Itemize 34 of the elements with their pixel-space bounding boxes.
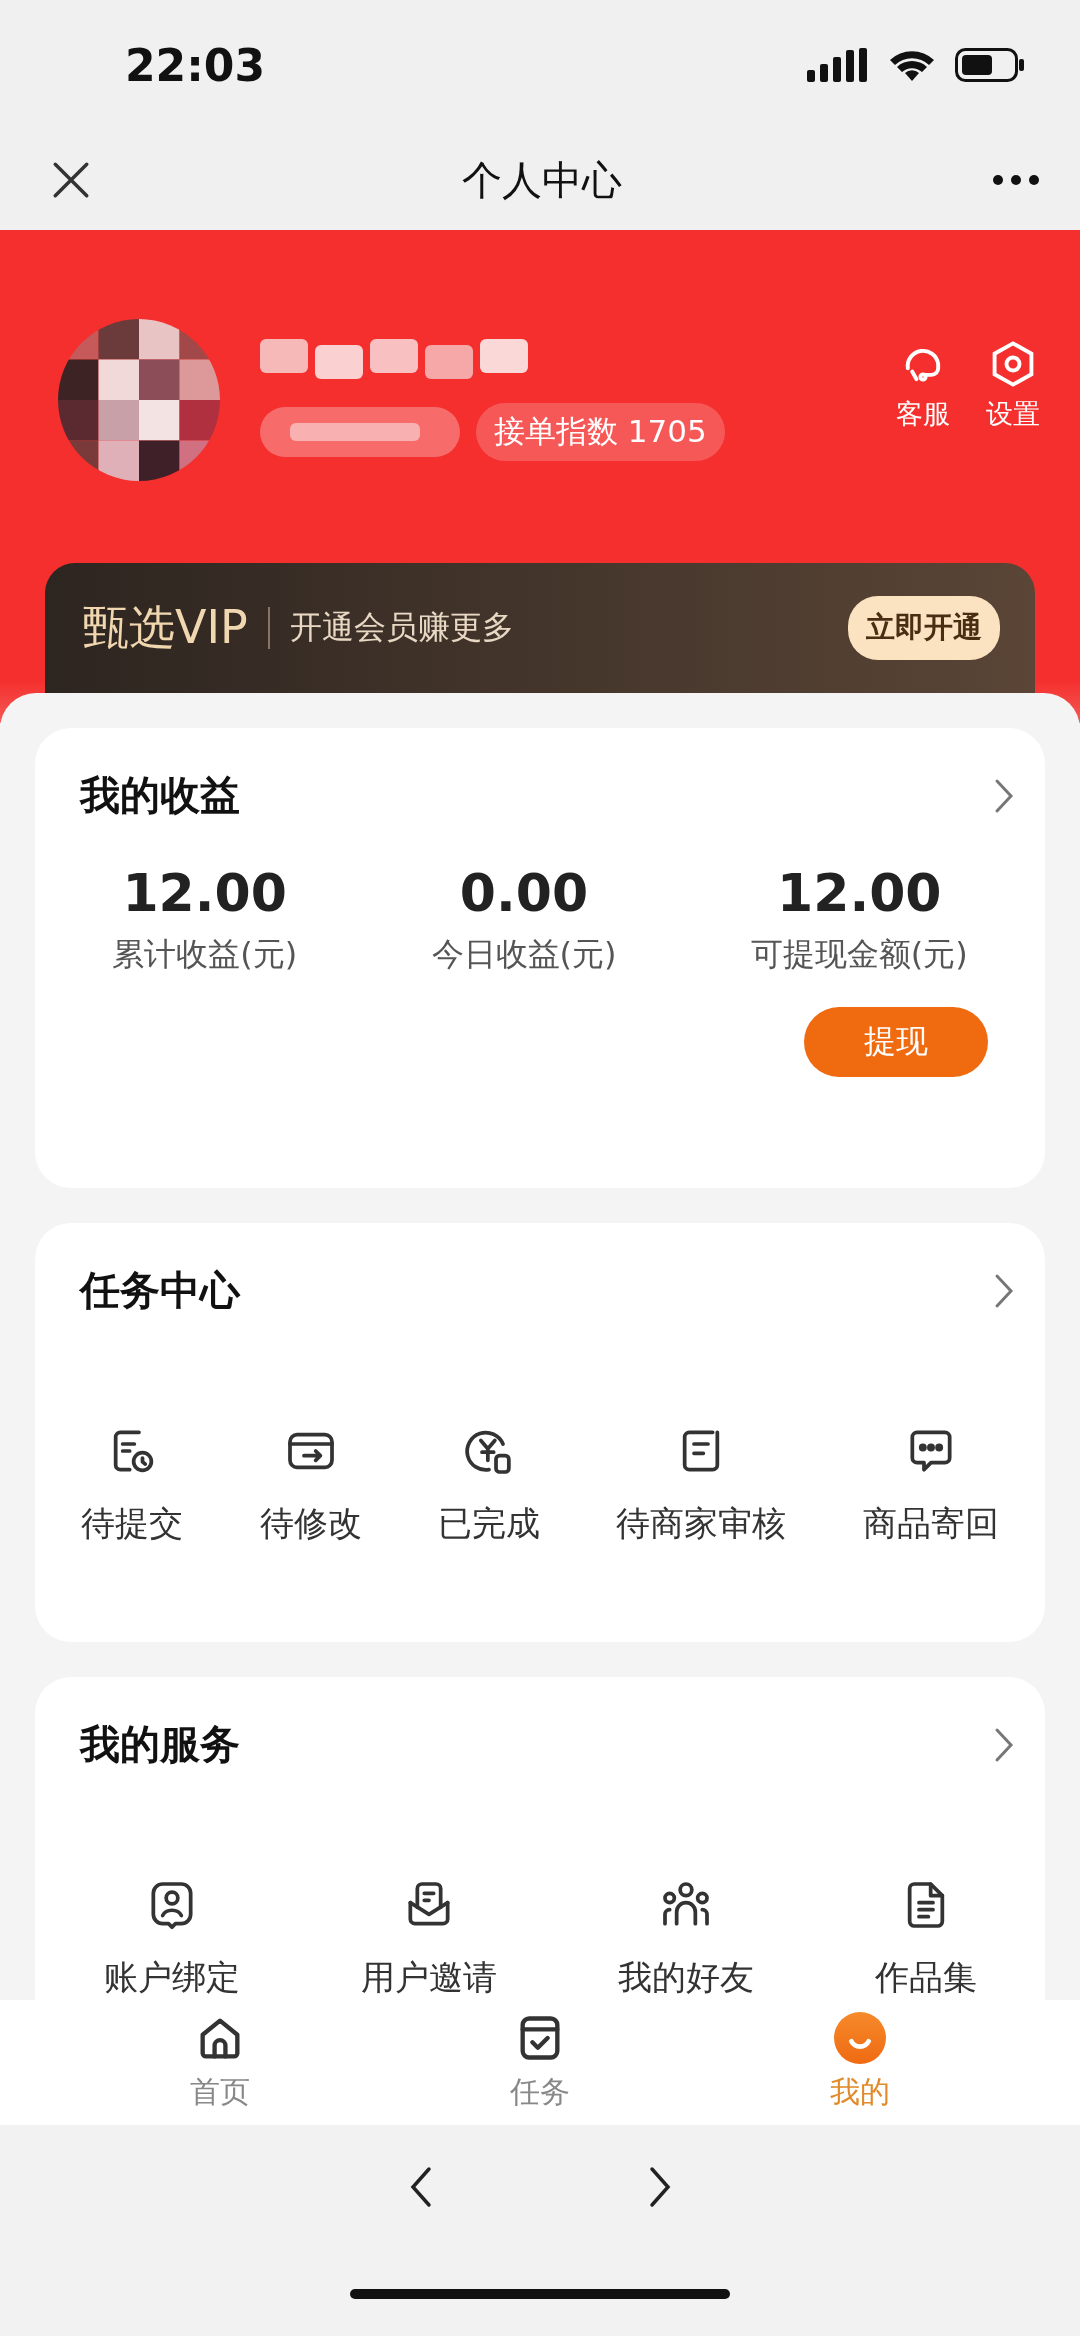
tab[interactable]: 首页 <box>160 2012 280 2113</box>
service-item[interactable]: 我的好友 <box>617 1877 754 2000</box>
signal-icon <box>807 48 869 82</box>
tab[interactable]: 任务 <box>480 2012 600 2113</box>
task-item[interactable]: 待提交 <box>81 1423 184 1547</box>
service-item[interactable]: 账户绑定 <box>103 1877 240 2000</box>
card-title: 我的服务 <box>80 1720 240 1769</box>
forward-icon[interactable] <box>647 2165 672 2209</box>
battery-icon <box>955 48 1025 82</box>
service-item[interactable]: 作品集 <box>874 1877 977 2000</box>
stat-label: 今日收益(元) <box>431 934 617 975</box>
card-title: 我的收益 <box>80 771 240 820</box>
vip-brand: 甄选VIP <box>83 599 248 656</box>
page-title: 个人中心 <box>462 155 622 205</box>
back-icon[interactable] <box>408 2165 433 2209</box>
task-item[interactable]: 待修改 <box>259 1423 362 1547</box>
activate-button[interactable]: 立即开通 <box>848 596 1000 660</box>
vip-slogan: 开通会员赚更多 <box>289 607 515 648</box>
service-item[interactable]: 用户邀请 <box>360 1877 497 2000</box>
headset-button[interactable]: 客服 <box>896 338 950 432</box>
task-item[interactable]: 已完成 <box>437 1423 540 1547</box>
stat-value: 0.00 <box>459 863 589 923</box>
card-title: 任务中心 <box>80 1266 240 1315</box>
stat-value: 12.00 <box>777 863 942 923</box>
status-time: 22:03 <box>125 39 266 91</box>
score-badge: 接单指数 1705 <box>476 403 725 461</box>
settings-button[interactable]: 设置 <box>986 338 1040 432</box>
stat-label: 可提现金额(元) <box>750 934 968 975</box>
more-icon[interactable] <box>992 174 1040 186</box>
task-item[interactable]: 待商家审核 <box>616 1423 787 1547</box>
stat-value: 12.00 <box>122 863 287 923</box>
smile-icon <box>834 2012 886 2064</box>
stat-label: 累计收益(元) <box>112 934 298 975</box>
task-item[interactable]: 商品寄回 <box>862 1423 999 1547</box>
